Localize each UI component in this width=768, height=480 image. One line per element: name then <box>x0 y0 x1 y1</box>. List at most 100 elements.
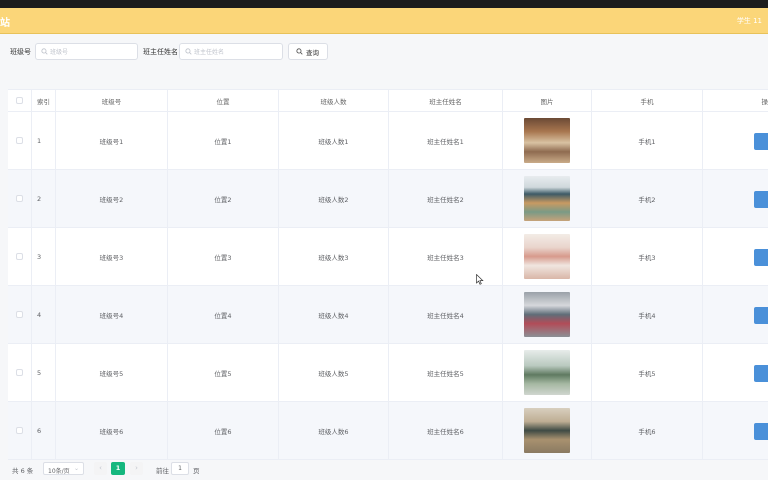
page-unit-label: 页 <box>193 467 200 475</box>
goto-page-input[interactable]: 1 <box>171 462 189 475</box>
select-all-checkbox[interactable] <box>16 97 23 104</box>
row-checkbox[interactable] <box>16 253 23 260</box>
current-page-button[interactable]: 1 <box>111 462 125 475</box>
classroom-photo[interactable] <box>524 176 570 221</box>
search-icon <box>41 48 48 55</box>
cell-index: 2 <box>32 170 56 227</box>
table-row: 5 班级号5 位置5 班级人数5 班主任姓名5 手机5 <box>8 344 768 402</box>
cell-teacher: 班主任姓名2 <box>389 170 503 227</box>
search-icon <box>296 48 303 55</box>
col-class-no: 班级号 <box>56 90 168 111</box>
cell-image <box>503 228 592 285</box>
table-row: 4 班级号4 位置4 班级人数4 班主任姓名4 手机4 <box>8 286 768 344</box>
row-action-button[interactable] <box>754 249 768 266</box>
col-count: 班级人数 <box>279 90 389 111</box>
class-no-input[interactable] <box>50 46 130 58</box>
page-size-select[interactable]: 10条/页 ⌄ <box>43 462 84 475</box>
window-top-bar <box>0 0 768 8</box>
row-select-cell <box>8 402 32 459</box>
cell-class-no: 班级号4 <box>56 286 168 343</box>
row-checkbox[interactable] <box>16 137 23 144</box>
search-bar: 班级号 班主任姓名 查询 <box>0 34 768 74</box>
classroom-photo[interactable] <box>524 234 570 279</box>
cell-image <box>503 170 592 227</box>
current-user[interactable]: 学生 11 <box>737 16 762 26</box>
cell-phone: 手机1 <box>592 112 703 169</box>
cell-location: 位置4 <box>168 286 279 343</box>
row-action-button[interactable] <box>754 365 768 382</box>
cell-class-no: 班级号6 <box>56 402 168 459</box>
col-index: 索引 <box>32 90 56 111</box>
cell-phone: 手机6 <box>592 402 703 459</box>
cell-location: 位置5 <box>168 344 279 401</box>
cell-count: 班级人数5 <box>279 344 389 401</box>
row-action-button[interactable] <box>754 133 768 150</box>
teacher-name-label: 班主任姓名 <box>143 48 178 56</box>
row-select-cell <box>8 228 32 285</box>
classroom-photo[interactable] <box>524 408 570 453</box>
teacher-name-field[interactable] <box>179 43 283 60</box>
row-select-cell <box>8 344 32 401</box>
cell-location: 位置2 <box>168 170 279 227</box>
app-logo: 站 <box>0 18 10 29</box>
cell-image <box>503 344 592 401</box>
table-row: 2 班级号2 位置2 班级人数2 班主任姓名2 手机2 <box>8 170 768 228</box>
teacher-name-input[interactable] <box>194 46 274 58</box>
search-button-label: 查询 <box>306 49 319 57</box>
table-header: 索引 班级号 位置 班级人数 班主任姓名 图片 手机 操 <box>8 90 768 112</box>
table-row: 3 班级号3 位置3 班级人数3 班主任姓名3 手机3 <box>8 228 768 286</box>
row-action-button[interactable] <box>754 423 768 440</box>
row-select-cell <box>8 286 32 343</box>
goto-label: 前往 <box>156 467 169 475</box>
cell-image <box>503 402 592 459</box>
row-select-cell <box>8 112 32 169</box>
cell-index: 4 <box>32 286 56 343</box>
table-row: 6 班级号6 位置6 班级人数6 班主任姓名6 手机6 <box>8 402 768 460</box>
cell-location: 位置3 <box>168 228 279 285</box>
cell-index: 5 <box>32 344 56 401</box>
app-header: 站 学生 11 <box>0 8 768 34</box>
cell-count: 班级人数6 <box>279 402 389 459</box>
classroom-photo[interactable] <box>524 350 570 395</box>
next-page-button[interactable]: › <box>130 462 143 475</box>
cell-class-no: 班级号3 <box>56 228 168 285</box>
cell-index: 3 <box>32 228 56 285</box>
cell-teacher: 班主任姓名1 <box>389 112 503 169</box>
cell-teacher: 班主任姓名3 <box>389 228 503 285</box>
class-no-label: 班级号 <box>10 48 31 56</box>
pagination: 共 6 条 10条/页 ⌄ ‹ 1 › 前往 1 页 <box>0 458 768 480</box>
col-actions: 操 <box>761 97 768 106</box>
row-action-button[interactable] <box>754 307 768 324</box>
col-teacher: 班主任姓名 <box>389 90 503 111</box>
cell-index: 1 <box>32 112 56 169</box>
row-checkbox[interactable] <box>16 195 23 202</box>
col-image: 图片 <box>503 90 592 111</box>
row-action-button[interactable] <box>754 191 768 208</box>
cell-phone: 手机4 <box>592 286 703 343</box>
page-size-value: 10条/页 <box>48 467 70 475</box>
mouse-cursor-icon <box>476 274 484 285</box>
data-table: 索引 班级号 位置 班级人数 班主任姓名 图片 手机 操 1 班级号1 位置1 … <box>8 89 768 460</box>
cell-phone: 手机5 <box>592 344 703 401</box>
classroom-photo[interactable] <box>524 292 570 337</box>
cell-teacher: 班主任姓名5 <box>389 344 503 401</box>
cell-count: 班级人数4 <box>279 286 389 343</box>
classroom-photo[interactable] <box>524 118 570 163</box>
row-checkbox[interactable] <box>16 427 23 434</box>
cell-count: 班级人数2 <box>279 170 389 227</box>
col-phone: 手机 <box>592 90 703 111</box>
cell-class-no: 班级号1 <box>56 112 168 169</box>
row-checkbox[interactable] <box>16 311 23 318</box>
total-count: 共 6 条 <box>12 467 34 475</box>
row-checkbox[interactable] <box>16 369 23 376</box>
cell-class-no: 班级号5 <box>56 344 168 401</box>
cell-image <box>503 112 592 169</box>
row-select-cell <box>8 170 32 227</box>
cell-class-no: 班级号2 <box>56 170 168 227</box>
search-button[interactable]: 查询 <box>288 43 328 60</box>
cell-teacher: 班主任姓名6 <box>389 402 503 459</box>
prev-page-button[interactable]: ‹ <box>94 462 107 475</box>
cell-phone: 手机2 <box>592 170 703 227</box>
class-no-field[interactable] <box>35 43 138 60</box>
cell-image <box>503 286 592 343</box>
